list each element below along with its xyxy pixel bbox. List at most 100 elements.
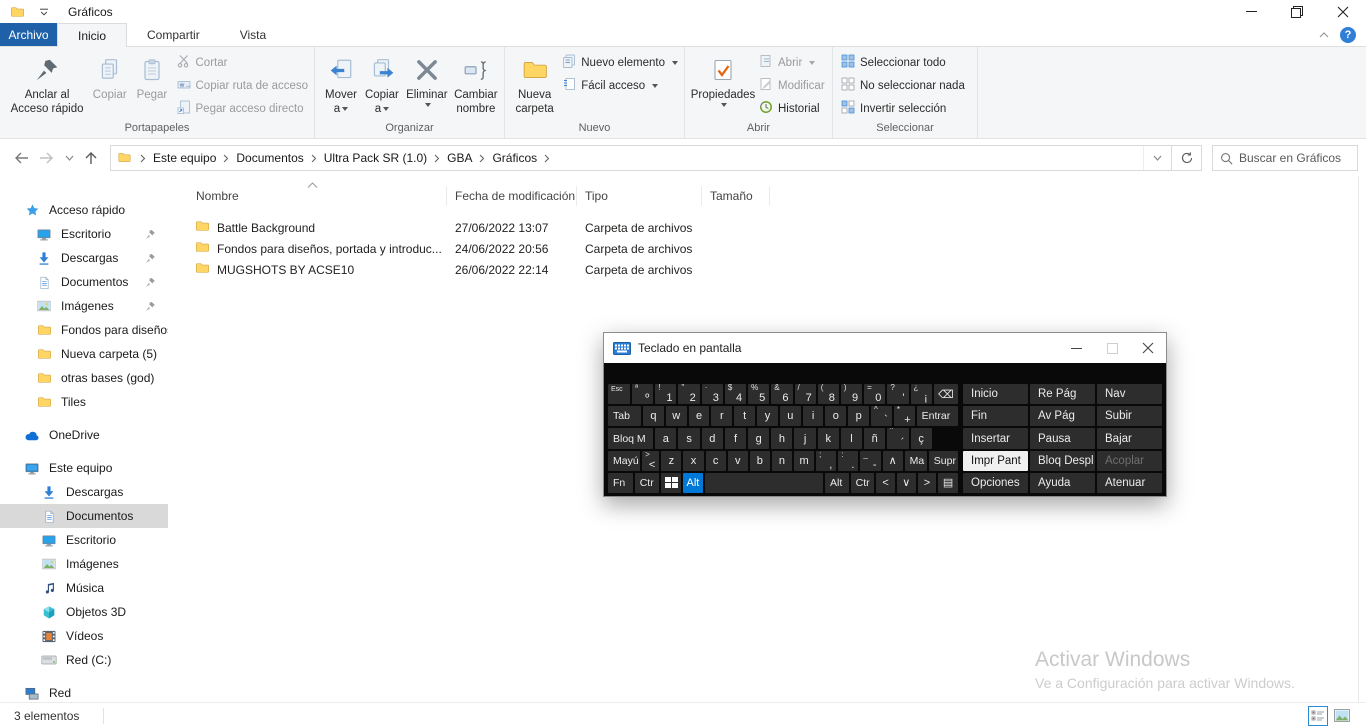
column-header-nombre[interactable]: Nombre <box>195 186 447 206</box>
osk-key-entrar[interactable]: Entrar <box>917 406 958 426</box>
chevron-right-icon[interactable] <box>220 154 232 163</box>
sidebar-item-onedrive[interactable]: OneDrive <box>0 423 168 447</box>
osk-key-2[interactable]: "2 <box>678 384 699 404</box>
osk-key-ctr[interactable]: Ctr <box>851 473 875 493</box>
osk-key-alt[interactable]: Alt <box>683 473 703 493</box>
copy-path-button[interactable]: Copiar ruta de acceso <box>177 77 309 94</box>
select-all-button[interactable]: Seleccionar todo <box>841 54 965 71</box>
open-button[interactable]: Abrir <box>759 54 825 71</box>
osk-key-v[interactable]: v <box>728 451 748 471</box>
osk-key-f[interactable]: f <box>725 428 746 448</box>
osk-key-pausa[interactable]: Pausa <box>1030 428 1095 448</box>
osk-key-s[interactable]: s <box>678 428 699 448</box>
chevron-right-icon[interactable] <box>541 154 553 163</box>
osk-key-subir[interactable]: Subir <box>1097 406 1162 426</box>
column-header-tamano[interactable]: Tamaño <box>702 186 770 206</box>
edit-button[interactable]: Modificar <box>759 77 825 94</box>
osk-key-7[interactable]: /7 <box>795 384 816 404</box>
close-button[interactable] <box>1320 0 1366 23</box>
osk-key-4[interactable]: $4 <box>725 384 746 404</box>
restore-button[interactable] <box>1274 0 1320 23</box>
osk-key-atenuar[interactable]: Atenuar <box>1097 473 1162 493</box>
osk-key-0[interactable]: =0 <box>864 384 885 404</box>
osk-key-alt[interactable]: Alt <box>825 473 849 493</box>
help-icon[interactable]: ? <box>1340 27 1356 43</box>
osk-key-ma[interactable]: Ma <box>905 451 927 471</box>
tab-archivo[interactable]: Archivo <box>0 23 57 46</box>
osk-key-d[interactable]: d <box>702 428 723 448</box>
search-box[interactable] <box>1212 145 1358 171</box>
breadcrumb-item-gr-ficos[interactable]: Gráficos <box>488 151 541 165</box>
osk-key-windows[interactable] <box>661 473 681 493</box>
chevron-right-icon[interactable] <box>308 154 320 163</box>
osk-close-button[interactable] <box>1130 333 1166 363</box>
quick-access-toolbar-customize-icon[interactable] <box>34 4 54 20</box>
osk-key-supr[interactable]: Supr <box>929 451 958 471</box>
osk-key-o[interactable]: o <box>825 406 846 426</box>
osk-key-item[interactable]: ∨ <box>897 473 916 493</box>
osk-key-y[interactable]: y <box>757 406 778 426</box>
search-input[interactable] <box>1239 151 1349 165</box>
column-header-tipo[interactable]: Tipo <box>577 186 702 206</box>
osk-key-a[interactable]: a <box>655 428 676 448</box>
osk-key-fin[interactable]: Fin <box>963 406 1028 426</box>
osk-key-item[interactable]: ¨´ <box>887 428 908 448</box>
osk-key-item[interactable]: ▤ <box>938 473 958 493</box>
osk-key-t[interactable]: t <box>734 406 755 426</box>
osk-key-u[interactable]: u <box>780 406 801 426</box>
osk-key-k[interactable]: k <box>818 428 839 448</box>
new-folder-button[interactable]: Nueva carpeta <box>511 51 558 118</box>
osk-key-impr-pant[interactable]: Impr Pant <box>963 451 1028 471</box>
osk-key-l[interactable]: l <box>841 428 862 448</box>
osk-key-bloq-despl[interactable]: Bloq Despl <box>1030 451 1095 471</box>
osk-key-j[interactable]: j <box>794 428 815 448</box>
refresh-icon[interactable] <box>1172 145 1202 171</box>
osk-key-x[interactable]: x <box>683 451 703 471</box>
osk-key-av-p-g[interactable]: Av Pág <box>1030 406 1095 426</box>
paste-shortcut-button[interactable]: Pegar acceso directo <box>177 100 309 117</box>
osk-key-bajar[interactable]: Bajar <box>1097 428 1162 448</box>
sidebar-item-escritorio[interactable]: Escritorio <box>0 528 168 552</box>
osk-key-w[interactable]: w <box>666 406 687 426</box>
osk-key-ctr[interactable]: Ctr <box>635 473 660 493</box>
collapse-ribbon-icon[interactable] <box>1318 26 1330 44</box>
minimize-button[interactable] <box>1228 0 1274 23</box>
osk-key-item[interactable]: < <box>876 473 895 493</box>
osk-key-9[interactable]: )9 <box>841 384 862 404</box>
osk-key-item[interactable]: ªº <box>632 384 653 404</box>
osk-key-z[interactable]: z <box>661 451 681 471</box>
osk-key-item[interactable]: >< <box>642 451 659 471</box>
osk-key-n[interactable]: n <box>772 451 792 471</box>
osk-key-p[interactable]: p <box>848 406 869 426</box>
recent-locations-icon[interactable] <box>60 145 78 171</box>
osk-key-re-p-g[interactable]: Re Pág <box>1030 384 1095 404</box>
osk-key-insertar[interactable]: Insertar <box>963 428 1028 448</box>
forward-button[interactable] <box>34 145 60 171</box>
file-row-mugshots-by-acse10[interactable]: MUGSHOTS BY ACSE1026/06/2022 22:14Carpet… <box>195 259 1358 280</box>
properties-button[interactable]: Propiedades <box>691 51 755 109</box>
osk-key-item[interactable]: *+ <box>894 406 915 426</box>
file-row-fondos-para-dise-os-portada-y-introduc[interactable]: Fondos para diseños, portada y introduc.… <box>195 238 1358 259</box>
select-none-button[interactable]: No seleccionar nada <box>841 77 965 94</box>
osk-key-r[interactable]: r <box>711 406 732 426</box>
sidebar-item-im-genes[interactable]: Imágenes <box>0 294 168 318</box>
osk-key-inicio[interactable]: Inicio <box>963 384 1028 404</box>
rename-button[interactable]: Cambiar nombre <box>451 51 501 118</box>
new-item-button[interactable]: Nuevo elemento <box>562 54 678 71</box>
osk-minimize-button[interactable] <box>1058 333 1094 363</box>
osk-key-h[interactable]: h <box>771 428 792 448</box>
osk-key-tab[interactable]: Tab <box>608 406 641 426</box>
sidebar-item-tiles[interactable]: Tiles <box>0 390 168 414</box>
osk-key-item[interactable]: ç <box>911 428 932 448</box>
history-button[interactable]: Historial <box>759 100 825 117</box>
osk-key-item[interactable]: ?' <box>887 384 908 404</box>
chevron-right-icon[interactable] <box>431 154 443 163</box>
sidebar-item-nueva-carpeta-5[interactable]: Nueva carpeta (5) <box>0 342 168 366</box>
osk-key-item[interactable]: ¿¡ <box>911 384 932 404</box>
sidebar-item-v-deos[interactable]: Vídeos <box>0 624 168 648</box>
breadcrumb-item-ultra-pack-sr-1-0[interactable]: Ultra Pack SR (1.0) <box>320 151 431 165</box>
osk-key-opciones[interactable]: Opciones <box>963 473 1028 493</box>
osk-key-m[interactable]: m <box>794 451 814 471</box>
sidebar-item-im-genes[interactable]: Imágenes <box>0 552 168 576</box>
osk-key-1[interactable]: !1 <box>655 384 676 404</box>
